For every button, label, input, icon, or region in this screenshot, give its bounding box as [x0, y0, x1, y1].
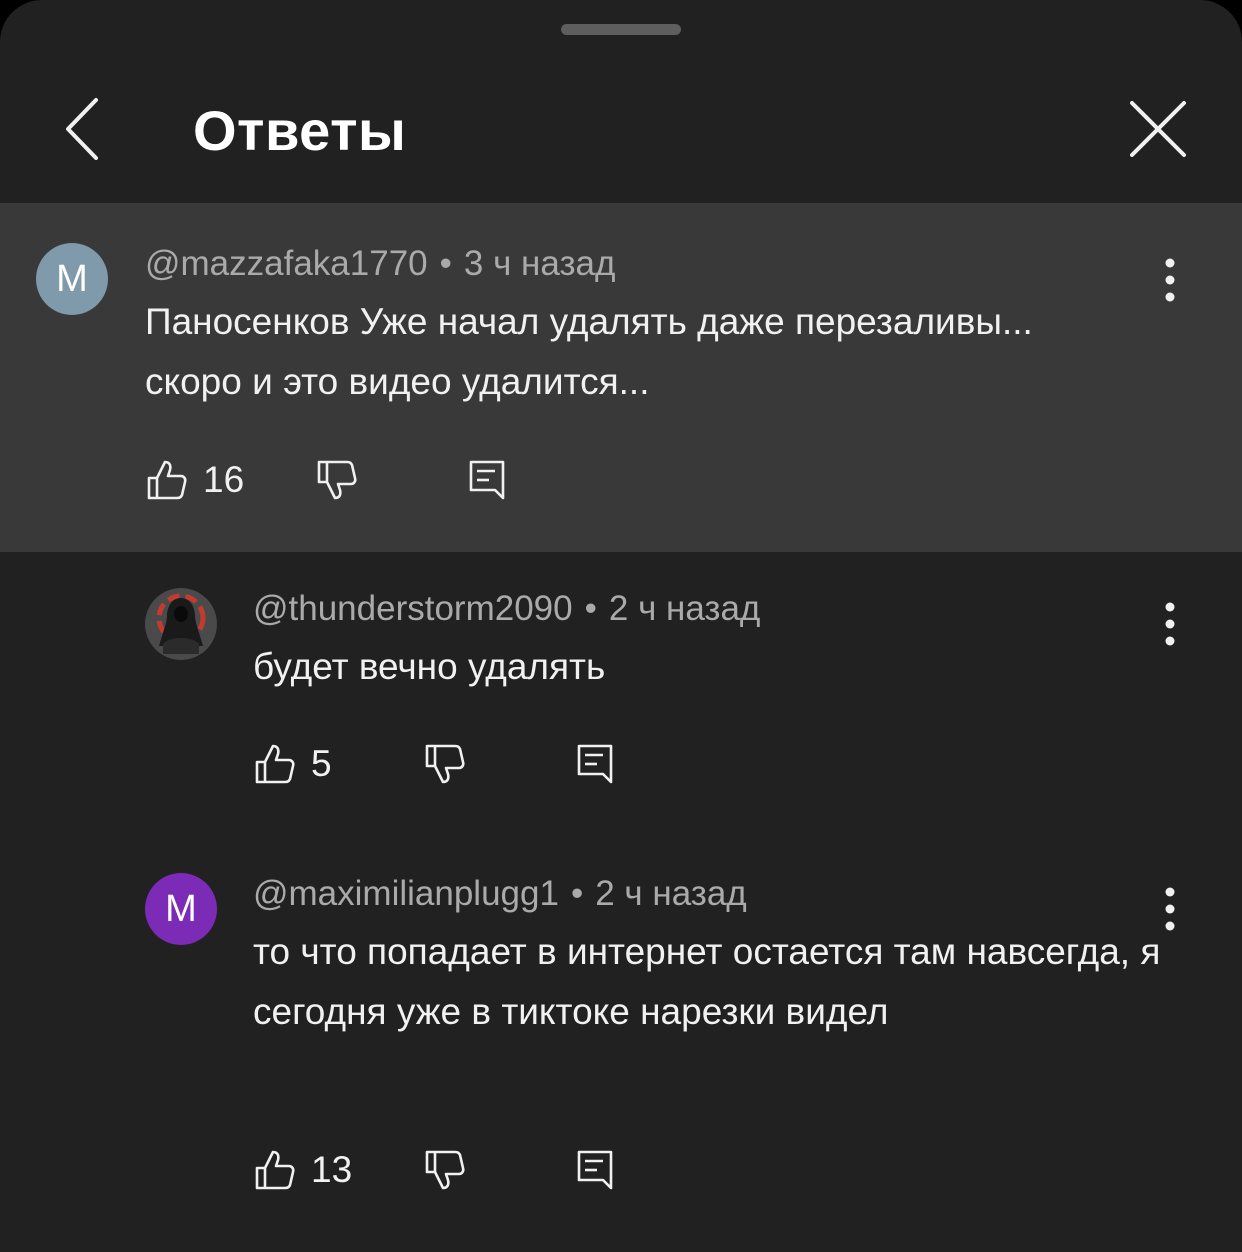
meta-separator: •: [570, 874, 584, 913]
reply-button[interactable]: [575, 1140, 615, 1200]
chevron-left-icon: [66, 98, 98, 160]
dislike-button[interactable]: [315, 450, 359, 510]
dislike-button[interactable]: [423, 1140, 467, 1200]
comment-meta: @mazzafaka1770 • 3 ч назад: [145, 242, 615, 286]
like-button[interactable]: 13: [253, 1140, 352, 1200]
replies-sheet: Ответы M @mazzafaka1770 • 3 ч назад Паносе…: [0, 0, 1242, 1252]
avatar-letter: M: [56, 257, 88, 300]
dislike-button[interactable]: [423, 734, 467, 794]
reply-button[interactable]: [467, 450, 507, 510]
thumb-up-icon: [255, 744, 295, 784]
like-count: 16: [203, 459, 245, 500]
meta-separator: •: [584, 589, 597, 628]
comment-time: 2 ч назад: [595, 874, 747, 913]
comment-actions: 16: [145, 450, 545, 510]
page-title: Ответы: [193, 99, 407, 162]
comment-author[interactable]: @thunderstorm2090: [253, 589, 573, 628]
thumb-up-icon: [255, 1150, 295, 1190]
reply-icon: [577, 1150, 613, 1190]
like-button[interactable]: 5: [253, 734, 332, 794]
comment-author[interactable]: @mazzafaka1770: [145, 244, 428, 283]
meta-separator: •: [439, 244, 452, 283]
hooded-figure-avatar-icon: [145, 588, 217, 660]
like-count: 5: [311, 743, 332, 784]
more-vert-icon: [1165, 258, 1175, 302]
avatar[interactable]: M: [36, 243, 108, 315]
thumb-up-icon: [147, 460, 187, 500]
comment-text: то что попадает в интернет остается там …: [253, 931, 1161, 1032]
more-options-button[interactable]: [1150, 594, 1190, 654]
like-count: 13: [311, 1149, 353, 1190]
comment-text: будет вечно удалять: [253, 646, 606, 687]
back-button[interactable]: [52, 94, 122, 164]
comment-time: 2 ч назад: [608, 589, 761, 628]
reply-icon: [577, 744, 613, 784]
reply-comment: M @maximilianplugg1 • 2 ч назад то что поп…: [0, 842, 1242, 1252]
like-button[interactable]: 16: [145, 450, 244, 510]
close-icon: [1130, 101, 1186, 157]
header: Ответы: [0, 60, 1242, 202]
more-options-button[interactable]: [1150, 879, 1190, 939]
comment-actions: 5: [253, 734, 653, 794]
comment-actions: 13: [253, 1140, 653, 1200]
parent-comment: M @mazzafaka1770 • 3 ч назад Паносенков Уж…: [0, 206, 1242, 552]
comment-time: 3 ч назад: [463, 244, 616, 283]
comment-author[interactable]: @maximilianplugg1: [253, 874, 559, 913]
comment-text: Паносенков Уже начал удалять даже переза…: [145, 301, 1033, 402]
thumb-down-icon: [317, 460, 357, 500]
thumb-down-icon: [425, 744, 465, 784]
comment-meta: @thunderstorm2090 • 2 ч назад: [253, 587, 760, 631]
more-vert-icon: [1165, 602, 1175, 646]
thumb-down-icon: [425, 1150, 465, 1190]
more-vert-icon: [1165, 887, 1175, 931]
drag-handle[interactable]: [561, 24, 681, 35]
avatar-letter: M: [165, 887, 197, 930]
close-button[interactable]: [1120, 94, 1196, 164]
reply-icon: [469, 460, 505, 500]
reply-button[interactable]: [575, 734, 615, 794]
comment-meta: @maximilianplugg1 • 2 ч назад: [253, 872, 747, 916]
more-options-button[interactable]: [1150, 250, 1190, 310]
avatar[interactable]: M: [145, 873, 217, 945]
avatar[interactable]: [145, 588, 217, 660]
reply-comment: @thunderstorm2090 • 2 ч назад будет вечно …: [0, 552, 1242, 842]
